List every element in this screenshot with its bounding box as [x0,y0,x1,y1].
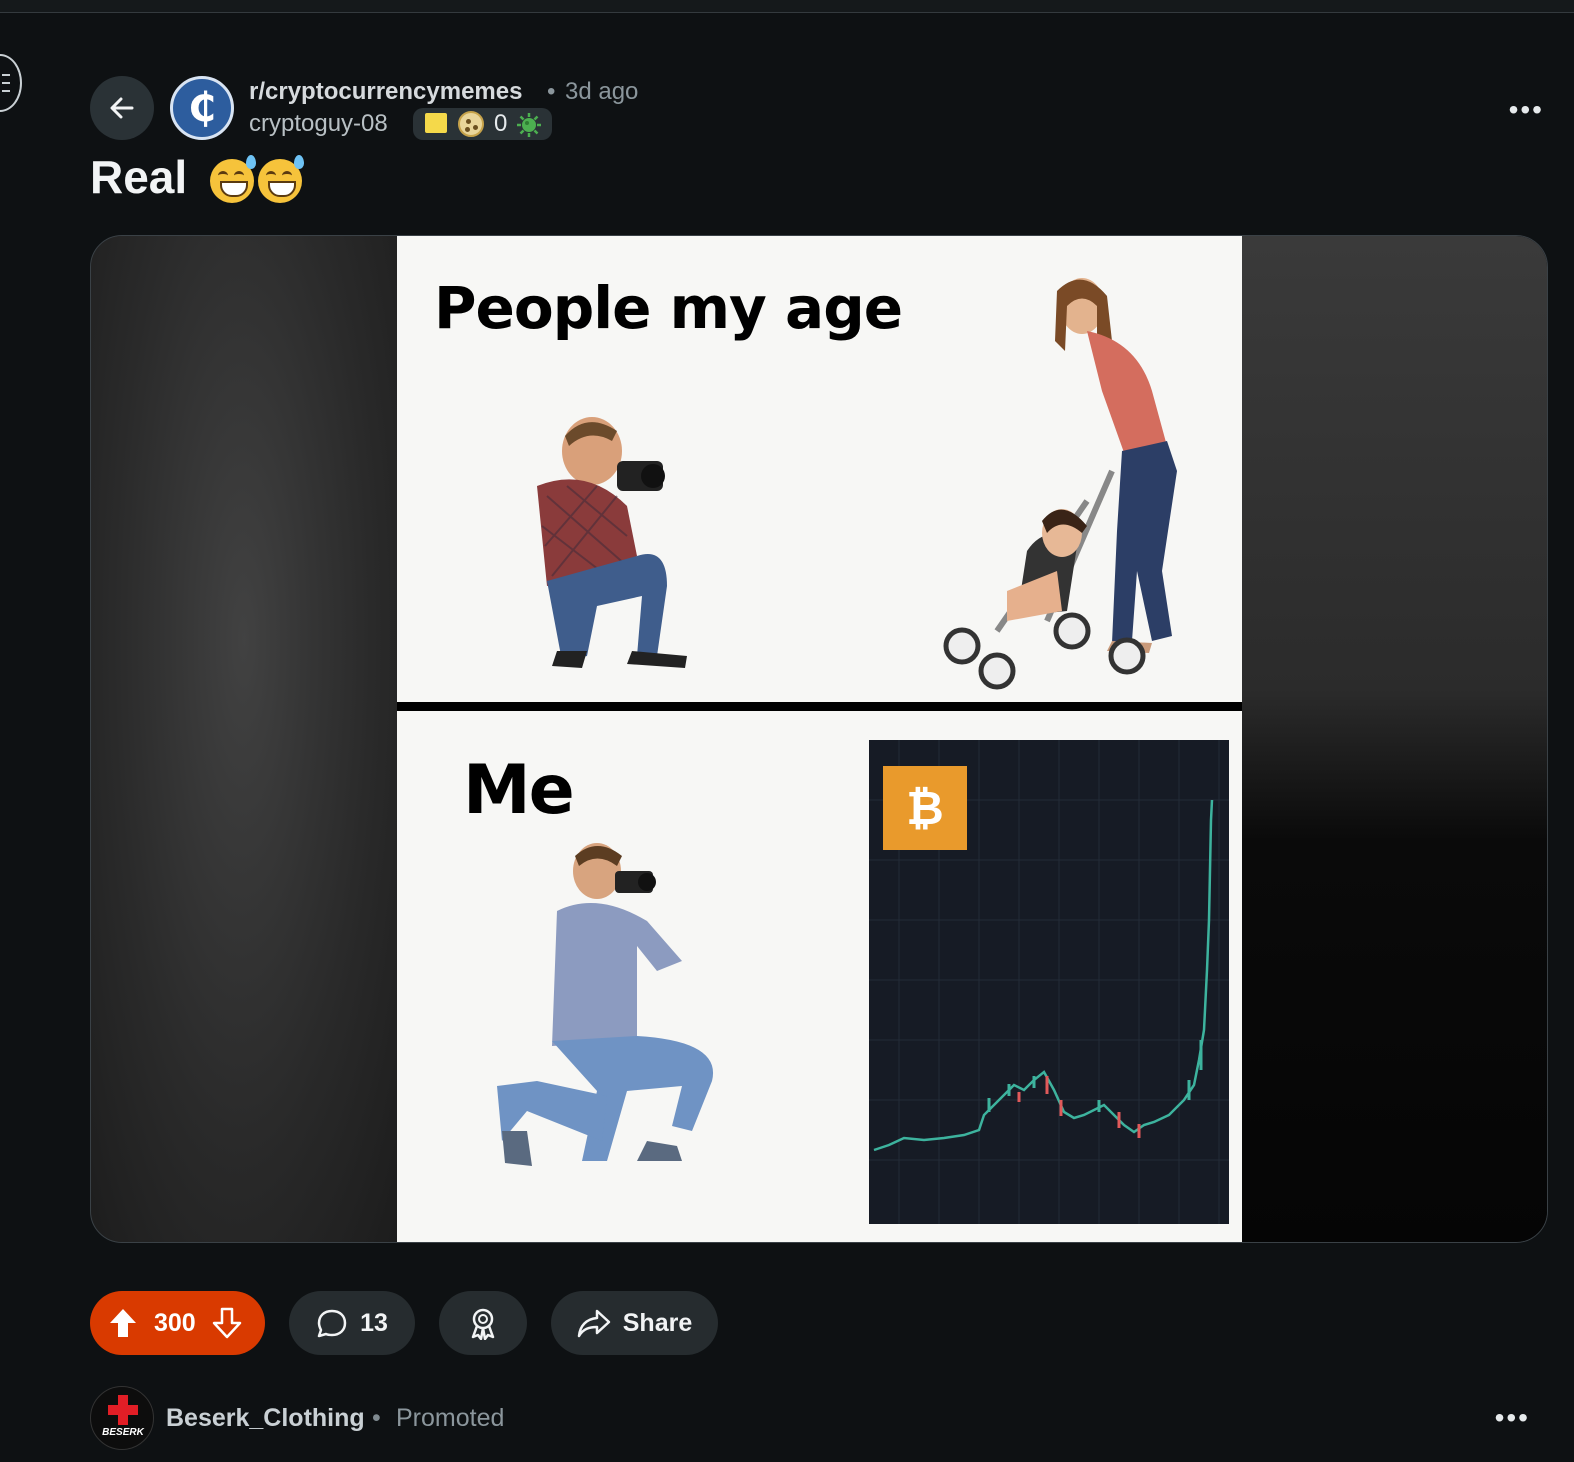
bitcoin-price-chart: ₿ [869,740,1229,1224]
vote-score: 300 [154,1308,196,1337]
menu-icon[interactable] [0,54,22,112]
post-title-text: Real [90,151,188,203]
grinning-face-with-sweat-emoji [257,154,304,203]
comment-count: 13 [360,1308,388,1337]
promoted-more-button[interactable]: ••• [1495,1402,1530,1434]
yellow-square-icon [425,113,447,133]
back-button[interactable] [90,76,154,140]
mother-with-stroller-figure [943,278,1177,690]
promoted-brand-name[interactable]: Beserk_Clothing [166,1404,365,1433]
promoted-label: Promoted [396,1404,505,1432]
media-blur-right [1240,236,1547,1242]
back-arrow-icon [110,97,134,119]
meta-separator: • [547,78,556,105]
share-label: Share [622,1308,693,1337]
me-photographer-figure [497,843,714,1166]
comment-icon [317,1309,347,1338]
subreddit-name-link[interactable]: r/cryptocurrencymemes [249,78,522,106]
post-more-button[interactable]: ••• [1509,94,1544,126]
bitcoin-logo: ₿ [883,766,967,850]
post-title: Real [90,148,304,206]
flair-count: 0 [494,110,508,137]
post-media[interactable]: People my age Me ₿ [90,235,1548,1243]
virus-icon [517,113,541,137]
share-button[interactable]: Share [551,1291,718,1355]
comments-button[interactable]: 13 [289,1291,415,1355]
subreddit-avatar[interactable]: ₵ [170,76,234,140]
top-bar [0,0,1574,13]
award-button[interactable] [439,1291,527,1355]
post-time: 3d ago [565,78,639,105]
vote-pill: 300 [90,1291,265,1355]
media-blur-left [91,236,397,1242]
author-username[interactable]: cryptoguy-08 [249,110,388,138]
meme-divider [397,702,1242,711]
user-flair: 0 [413,108,552,140]
meme-top-caption: People my age [434,274,903,342]
promoted-separator: • [372,1404,381,1432]
grinning-face-with-sweat-emoji [209,154,256,203]
brand-logo-text: BESERK [102,1427,144,1438]
award-icon [471,1308,495,1340]
photographer-figure [537,417,687,668]
subreddit-coin-icon: ₵ [188,85,216,131]
downvote-icon[interactable] [212,1307,242,1339]
meme-image: People my age Me ₿ [397,236,1242,1242]
meme-bottom-caption: Me [463,751,575,830]
share-icon [577,1309,610,1338]
chart-price-line [873,799,1214,1152]
upvote-icon[interactable] [108,1307,138,1339]
cookie-coin-icon [458,111,484,137]
promoted-brand-avatar[interactable]: BESERK [90,1386,154,1450]
